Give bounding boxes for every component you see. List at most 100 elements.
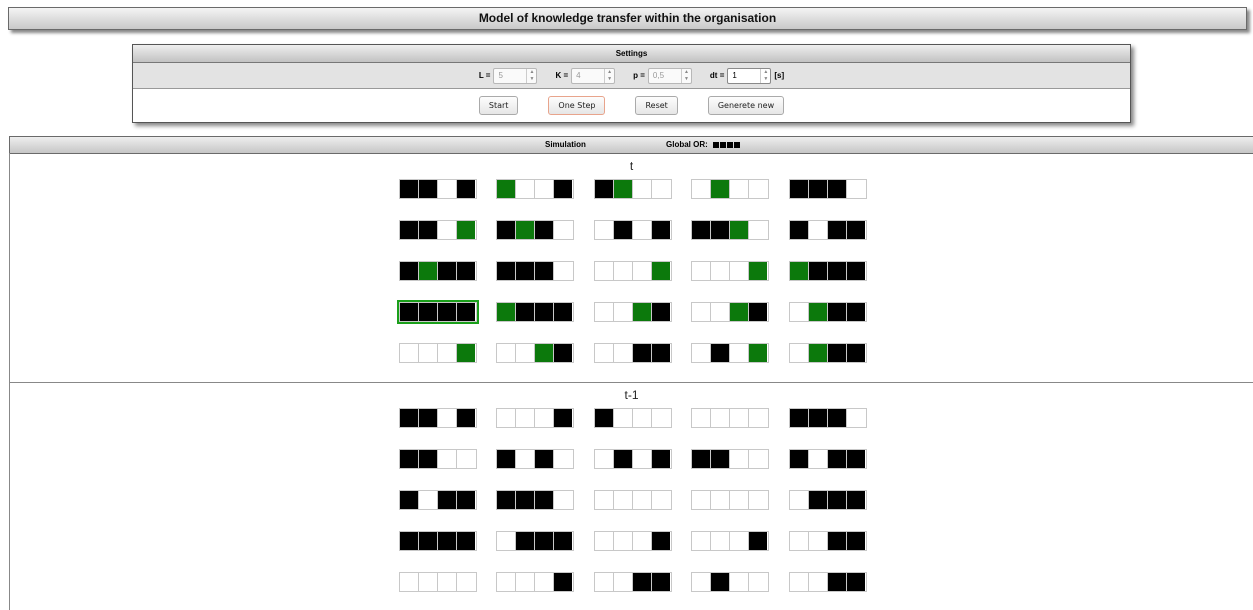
- knowledge-bit: [554, 303, 572, 321]
- knowledge-bit: [847, 180, 865, 198]
- agent-4-4: [789, 343, 867, 363]
- global-or-bit: [712, 142, 719, 148]
- knowledge-bit: [438, 491, 457, 509]
- agent-0-1: [496, 408, 574, 428]
- knowledge-bit: [497, 532, 516, 550]
- agent-4-1: [496, 572, 574, 592]
- agent-4-3: [691, 343, 769, 363]
- agent-2-2: [594, 490, 672, 510]
- knowledge-bit: [749, 409, 767, 427]
- knowledge-bit: [457, 344, 475, 362]
- knowledge-bit: [790, 532, 809, 550]
- agent-0-4: [789, 408, 867, 428]
- knowledge-bit: [516, 450, 535, 468]
- generate-new-button[interactable]: Generete new: [707, 96, 785, 115]
- knowledge-bit: [749, 491, 767, 509]
- knowledge-bit: [730, 180, 749, 198]
- knowledge-bit: [400, 262, 419, 280]
- global-or-label: Global OR:: [666, 140, 708, 149]
- agent-2-4: [789, 261, 867, 281]
- knowledge-bit: [438, 409, 457, 427]
- knowledge-bit: [516, 491, 535, 509]
- knowledge-bit: [652, 221, 670, 239]
- knowledge-bit: [809, 262, 828, 280]
- one-step-button[interactable]: One Step: [548, 96, 606, 115]
- knowledge-bit: [828, 180, 847, 198]
- knowledge-bit: [730, 303, 749, 321]
- knowledge-bit: [595, 221, 614, 239]
- knowledge-bit: [457, 409, 475, 427]
- spinner-arrows-icon[interactable]: ▲ ▼: [760, 68, 770, 83]
- knowledge-bit: [828, 450, 847, 468]
- param-p-spinner: 0,5 ▲ ▼: [647, 67, 692, 84]
- knowledge-bit: [633, 532, 652, 550]
- knowledge-bit: [711, 532, 730, 550]
- param-label: L =: [478, 71, 491, 80]
- agent-0-2: [594, 408, 672, 428]
- knowledge-bit: [419, 221, 438, 239]
- knowledge-bit: [438, 221, 457, 239]
- knowledge-bit: [457, 450, 475, 468]
- param-value: 1: [732, 71, 737, 80]
- knowledge-bit: [554, 409, 572, 427]
- agent-3-2: [594, 531, 672, 551]
- knowledge-bit: [749, 221, 767, 239]
- param-dt-spinner[interactable]: 1 ▲ ▼: [727, 67, 772, 84]
- knowledge-bit: [614, 221, 633, 239]
- knowledge-bit: [554, 344, 572, 362]
- knowledge-bit: [711, 303, 730, 321]
- knowledge-bit: [438, 262, 457, 280]
- knowledge-bit: [730, 491, 749, 509]
- knowledge-bit: [809, 221, 828, 239]
- knowledge-bit: [497, 409, 516, 427]
- knowledge-bit: [828, 573, 847, 591]
- knowledge-bit: [692, 344, 711, 362]
- knowledge-bit: [711, 450, 730, 468]
- knowledge-bit: [595, 344, 614, 362]
- agent-2-2: [594, 261, 672, 281]
- knowledge-bit: [652, 180, 670, 198]
- knowledge-bit: [652, 532, 670, 550]
- knowledge-bit: [828, 344, 847, 362]
- knowledge-bit: [400, 450, 419, 468]
- knowledge-bit: [614, 573, 633, 591]
- reset-button[interactable]: Reset: [635, 96, 678, 115]
- agent-0-1: [496, 179, 574, 199]
- knowledge-bit: [711, 344, 730, 362]
- start-button[interactable]: Start: [478, 96, 519, 115]
- knowledge-bit: [614, 262, 633, 280]
- knowledge-bit: [809, 409, 828, 427]
- global-or-bit: [719, 142, 726, 148]
- knowledge-bit: [847, 573, 865, 591]
- agent-3-3: [691, 531, 769, 551]
- knowledge-bit: [652, 262, 670, 280]
- param-dt: dt = 1 ▲ ▼ [s]: [710, 67, 784, 84]
- agent-2-1: [496, 490, 574, 510]
- knowledge-bit: [438, 532, 457, 550]
- knowledge-bit: [535, 409, 554, 427]
- agent-4-2: [594, 572, 672, 592]
- agent-3-1: [496, 531, 574, 551]
- agent-4-1: [496, 343, 574, 363]
- agent-3-1: [496, 302, 574, 322]
- knowledge-bit: [516, 262, 535, 280]
- knowledge-bit: [633, 262, 652, 280]
- agent-4-0: [399, 572, 477, 592]
- knowledge-bit: [457, 180, 475, 198]
- knowledge-bit: [419, 532, 438, 550]
- knowledge-bit: [497, 344, 516, 362]
- knowledge-bit: [809, 491, 828, 509]
- knowledge-bit: [749, 303, 767, 321]
- knowledge-bit: [730, 409, 749, 427]
- knowledge-bit: [692, 450, 711, 468]
- agent-3-0: [399, 531, 477, 551]
- agent-0-4: [789, 179, 867, 199]
- knowledge-bit: [652, 450, 670, 468]
- knowledge-bit: [828, 262, 847, 280]
- agent-1-0: [399, 449, 477, 469]
- agent-2-0: [399, 261, 477, 281]
- simulation-bar: Simulation Global OR:: [9, 136, 1253, 154]
- knowledge-bit: [535, 344, 554, 362]
- knowledge-bit: [400, 180, 419, 198]
- agent-2-3: [691, 261, 769, 281]
